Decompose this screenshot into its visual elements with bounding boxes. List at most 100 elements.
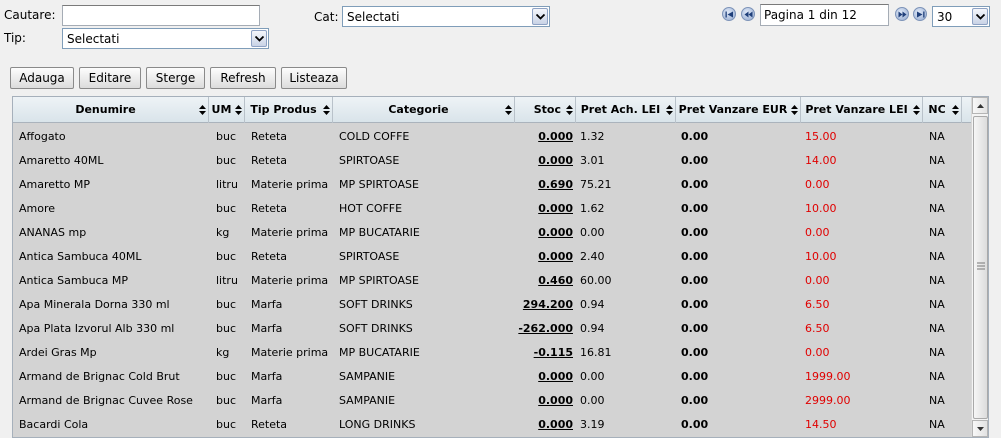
- sort-icon: [199, 105, 206, 115]
- cell-categorie: SAMPANIE: [339, 394, 396, 407]
- cell-denumire: ANANAS mp: [19, 226, 87, 239]
- refresh-button[interactable]: Refresh: [210, 67, 276, 89]
- cell-stoc[interactable]: 0.460: [538, 274, 573, 287]
- cell-nc: NA: [929, 202, 945, 215]
- cell-pret-ach: 0.00: [580, 394, 605, 407]
- cell-stoc[interactable]: 0.000: [538, 130, 573, 143]
- table-row[interactable]: Antica Sambuca 40ML buc Reteta SPIRTOASE 0.0…: [13, 244, 962, 268]
- column-header-denumire[interactable]: Denumire: [13, 97, 209, 123]
- cell-um: buc: [216, 250, 237, 263]
- column-header-pret-ach[interactable]: Pret Ach. LEI: [576, 97, 676, 123]
- cell-stoc[interactable]: -262.000: [518, 322, 573, 335]
- cell-categorie: MP SPIRTOASE: [339, 274, 419, 287]
- table-row[interactable]: Amore buc Reteta HOT COFFE 0.000 1.62 0.00 10.0…: [13, 196, 962, 220]
- column-header-stoc[interactable]: Stoc: [515, 97, 576, 123]
- grip-icon: [977, 262, 985, 270]
- table-row[interactable]: Amaretto 40ML buc Reteta SPIRTOASE 0.000 3.01…: [13, 148, 962, 172]
- chevron-down-icon[interactable]: [972, 8, 988, 25]
- cell-pret-lei: 0.00: [805, 178, 830, 191]
- cell-pret-lei: 14.00: [805, 154, 837, 167]
- cell-pret-eur: 0.00: [681, 298, 709, 311]
- table-row[interactable]: Apa Plata Izvorul Alb 330 ml buc Marfa SOFT…: [13, 316, 962, 340]
- table-row[interactable]: Ardei Gras Mp kg Materie prima MP BUCATARIE…: [13, 340, 962, 364]
- cell-nc: NA: [929, 298, 945, 311]
- cell-pret-lei: 2999.00: [805, 394, 851, 407]
- cell-pret-eur: 0.00: [681, 250, 709, 263]
- column-label: Pret Vanzare LEI: [805, 103, 908, 116]
- cell-stoc[interactable]: 0.000: [538, 394, 573, 407]
- next-page-icon[interactable]: [895, 7, 909, 21]
- cell-pret-ach: 0.94: [580, 298, 605, 311]
- cell-pret-lei: 10.00: [805, 202, 837, 215]
- table-row[interactable]: Affogato buc Reteta COLD COFFE 0.000 1.32 0.00…: [13, 124, 962, 148]
- cell-tip: Marfa: [251, 370, 283, 383]
- cell-denumire: Apa Plata Izvorul Alb 330 ml: [19, 322, 175, 335]
- page-size-value: 30: [937, 10, 953, 24]
- delete-button[interactable]: Sterge: [146, 67, 205, 89]
- add-button[interactable]: Adauga: [10, 67, 74, 89]
- cell-um: kg: [216, 346, 230, 359]
- column-header-pret-lei[interactable]: Pret Vanzare LEI: [801, 97, 923, 123]
- cell-stoc[interactable]: 0.690: [538, 178, 573, 191]
- cell-stoc[interactable]: 294.200: [523, 298, 573, 311]
- search-input[interactable]: [62, 5, 260, 26]
- cell-stoc[interactable]: 0.000: [538, 250, 573, 263]
- cell-pret-lei: 10.00: [805, 250, 837, 263]
- list-button[interactable]: Listeaza: [281, 67, 347, 89]
- column-label: Denumire: [75, 103, 136, 116]
- vertical-scrollbar[interactable]: [971, 97, 988, 437]
- cell-um: buc: [216, 130, 237, 143]
- cell-stoc[interactable]: 0.000: [538, 370, 573, 383]
- cell-stoc[interactable]: 0.000: [538, 226, 573, 239]
- cell-categorie: SPIRTOASE: [339, 250, 400, 263]
- cell-nc: NA: [929, 394, 945, 407]
- cell-nc: NA: [929, 322, 945, 335]
- cell-stoc[interactable]: 0.000: [538, 418, 573, 431]
- first-page-icon[interactable]: [722, 7, 736, 21]
- page-size-select[interactable]: 30: [932, 6, 990, 27]
- chevron-down-icon[interactable]: [532, 8, 548, 25]
- table-row[interactable]: ANANAS mp kg Materie prima MP BUCATARIE 0.00…: [13, 220, 962, 244]
- cell-pret-eur: 0.00: [681, 418, 709, 431]
- cell-pret-ach: 60.00: [580, 274, 612, 287]
- table-row[interactable]: Amaretto MP litru Materie prima MP SPIRTOAS…: [13, 172, 962, 196]
- cell-um: buc: [216, 418, 237, 431]
- table-row[interactable]: Armand de Brignac Cuvee Rose buc Marfa SAMP…: [13, 388, 962, 412]
- category-select[interactable]: Selectati: [342, 6, 550, 27]
- prev-page-icon[interactable]: [741, 7, 755, 21]
- edit-button[interactable]: Editare: [79, 67, 141, 89]
- column-header-categorie[interactable]: Categorie: [333, 97, 515, 123]
- cell-denumire: Bacardi Cola: [19, 418, 89, 431]
- cell-pret-eur: 0.00: [681, 370, 709, 383]
- page-indicator-field[interactable]: Pagina 1 din 12: [760, 4, 889, 26]
- scroll-down-icon[interactable]: [972, 420, 988, 437]
- cell-stoc[interactable]: 0.000: [538, 202, 573, 215]
- cell-tip: Marfa: [251, 322, 283, 335]
- cell-pret-ach: 0.00: [580, 370, 605, 383]
- cell-stoc[interactable]: -0.115: [534, 346, 573, 359]
- type-select[interactable]: Selectati: [62, 28, 269, 49]
- cell-stoc[interactable]: 0.000: [538, 154, 573, 167]
- chevron-down-icon[interactable]: [251, 30, 267, 47]
- last-page-icon[interactable]: [913, 7, 927, 21]
- column-header-pret-eur[interactable]: Pret Vanzare EUR: [676, 97, 801, 123]
- cell-pret-ach: 2.40: [580, 250, 605, 263]
- cell-nc: NA: [929, 130, 945, 143]
- cell-categorie: LONG DRINKS: [339, 418, 416, 431]
- cell-pret-eur: 0.00: [681, 202, 709, 215]
- column-header-um[interactable]: UM: [209, 97, 245, 123]
- table-row[interactable]: Bacardi Cola buc Reteta LONG DRINKS 0.000 3.1…: [13, 412, 962, 436]
- column-header-nc[interactable]: NC: [923, 97, 962, 123]
- column-label: Categorie: [388, 103, 449, 116]
- scroll-thumb[interactable]: [973, 116, 988, 419]
- cell-pret-ach: 3.01: [580, 154, 605, 167]
- column-header-tip[interactable]: Tip Produs: [245, 97, 333, 123]
- grid-header: Denumire UM Tip Produs Categorie Stoc Pr…: [13, 97, 973, 123]
- table-row[interactable]: Armand de Brignac Cold Brut buc Marfa SAMPA…: [13, 364, 962, 388]
- cell-pret-ach: 1.62: [580, 202, 605, 215]
- table-row[interactable]: Apa Minerala Dorna 330 ml buc Marfa SOFT DR…: [13, 292, 962, 316]
- type-select-value: Selectati: [67, 32, 120, 46]
- scroll-up-icon[interactable]: [972, 97, 988, 114]
- cell-categorie: HOT COFFE: [339, 202, 403, 215]
- table-row[interactable]: Antica Sambuca MP litru Materie prima MP SP…: [13, 268, 962, 292]
